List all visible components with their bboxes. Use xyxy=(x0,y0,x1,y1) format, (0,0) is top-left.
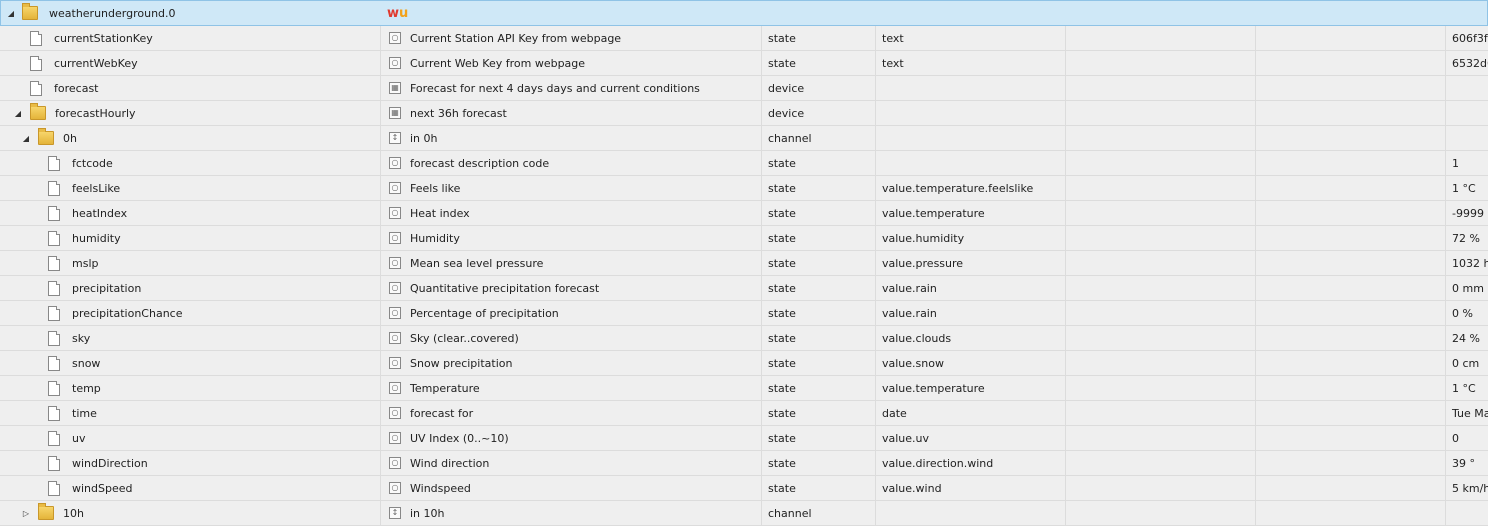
file-icon xyxy=(30,80,42,96)
collapse-arrow-icon[interactable]: ◢ xyxy=(12,109,24,118)
folder-icon xyxy=(22,3,38,20)
file-icon xyxy=(48,180,60,196)
state-icon: ○ xyxy=(389,307,401,319)
tree-row-time[interactable]: time ○ forecast for state date Tue Ma xyxy=(0,401,1488,426)
tree-row-mslp[interactable]: mslp ○ Mean sea level pressure state valu… xyxy=(0,251,1488,276)
state-icon: ○ xyxy=(389,357,401,369)
tree-row-10h[interactable]: ▷ 10h ↕ in 10h channel xyxy=(0,501,1488,526)
tree-row-currentWebKey[interactable]: currentWebKey ○ Current Web Key from webp… xyxy=(0,51,1488,76)
tree-row-windDirection[interactable]: windDirection ○ Wind direction state valu… xyxy=(0,451,1488,476)
tree-row-feelsLike[interactable]: feelsLike ○ Feels like state value.temper… xyxy=(0,176,1488,201)
state-icon: ○ xyxy=(389,182,401,194)
file-icon xyxy=(48,430,60,446)
file-icon xyxy=(48,155,60,171)
file-icon xyxy=(48,480,60,496)
collapse-arrow-icon[interactable]: ◢ xyxy=(20,134,32,143)
folder-icon xyxy=(38,128,54,145)
state-icon: ○ xyxy=(389,482,401,494)
file-icon xyxy=(48,330,60,346)
file-icon xyxy=(48,405,60,421)
tree-row-temp[interactable]: temp ○ Temperature state value.temperatur… xyxy=(0,376,1488,401)
state-icon: ○ xyxy=(389,382,401,394)
state-icon: ○ xyxy=(389,207,401,219)
channel-icon: ↕ xyxy=(389,507,401,519)
state-icon: ○ xyxy=(389,407,401,419)
tree-row-sky[interactable]: sky ○ Sky (clear..covered) state value.cl… xyxy=(0,326,1488,351)
state-icon: ○ xyxy=(389,232,401,244)
tree-row-windSpeed[interactable]: windSpeed ○ Windspeed state value.wind 5 … xyxy=(0,476,1488,501)
file-icon xyxy=(48,455,60,471)
tree-row-0h[interactable]: ◢ 0h ↕ in 0h channel xyxy=(0,126,1488,151)
state-icon: ○ xyxy=(389,32,401,44)
channel-icon: ↕ xyxy=(389,132,401,144)
weatherunderground-logo: wu xyxy=(387,6,409,21)
file-icon xyxy=(48,280,60,296)
device-icon: ▦ xyxy=(389,82,401,94)
state-icon: ○ xyxy=(389,257,401,269)
tree-row-currentStationKey[interactable]: currentStationKey ○ Current Station API K… xyxy=(0,26,1488,51)
file-icon xyxy=(48,205,60,221)
state-icon: ○ xyxy=(389,57,401,69)
folder-icon xyxy=(30,103,46,120)
file-icon xyxy=(48,230,60,246)
state-icon: ○ xyxy=(389,282,401,294)
tree-row-snow[interactable]: snow ○ Snow precipitation state value.sno… xyxy=(0,351,1488,376)
tree-row-precipitationChance[interactable]: precipitationChance ○ Percentage of preci… xyxy=(0,301,1488,326)
tree-row-forecast[interactable]: forecast ▦ Forecast for next 4 days days … xyxy=(0,76,1488,101)
state-icon: ○ xyxy=(389,332,401,344)
tree-row-root[interactable]: ◢ weatherunderground.0 wu xyxy=(0,0,1488,26)
object-tree: ◢ weatherunderground.0 wu currentStation… xyxy=(0,0,1488,526)
folder-icon xyxy=(38,503,54,520)
root-name: weatherunderground.0 xyxy=(49,6,176,20)
state-icon: ○ xyxy=(389,457,401,469)
file-icon xyxy=(30,55,42,71)
file-icon xyxy=(48,305,60,321)
file-icon xyxy=(48,380,60,396)
tree-row-heatIndex[interactable]: heatIndex ○ Heat index state value.temper… xyxy=(0,201,1488,226)
tree-row-forecastHourly[interactable]: ◢ forecastHourly ▦ next 36h forecast devic… xyxy=(0,101,1488,126)
state-icon: ○ xyxy=(389,432,401,444)
device-icon: ▦ xyxy=(389,107,401,119)
tree-row-uv[interactable]: uv ○ UV Index (0..~10) state value.uv 0 xyxy=(0,426,1488,451)
tree-row-humidity[interactable]: humidity ○ Humidity state value.humidity … xyxy=(0,226,1488,251)
collapse-arrow-icon[interactable]: ◢ xyxy=(5,9,17,18)
file-icon xyxy=(30,30,42,46)
state-icon: ○ xyxy=(389,157,401,169)
file-icon xyxy=(48,255,60,271)
tree-row-precipitation[interactable]: precipitation ○ Quantitative precipitatio… xyxy=(0,276,1488,301)
tree-row-fctcode[interactable]: fctcode ○ forecast description code state… xyxy=(0,151,1488,176)
file-icon xyxy=(48,355,60,371)
expand-arrow-icon[interactable]: ▷ xyxy=(20,509,32,518)
